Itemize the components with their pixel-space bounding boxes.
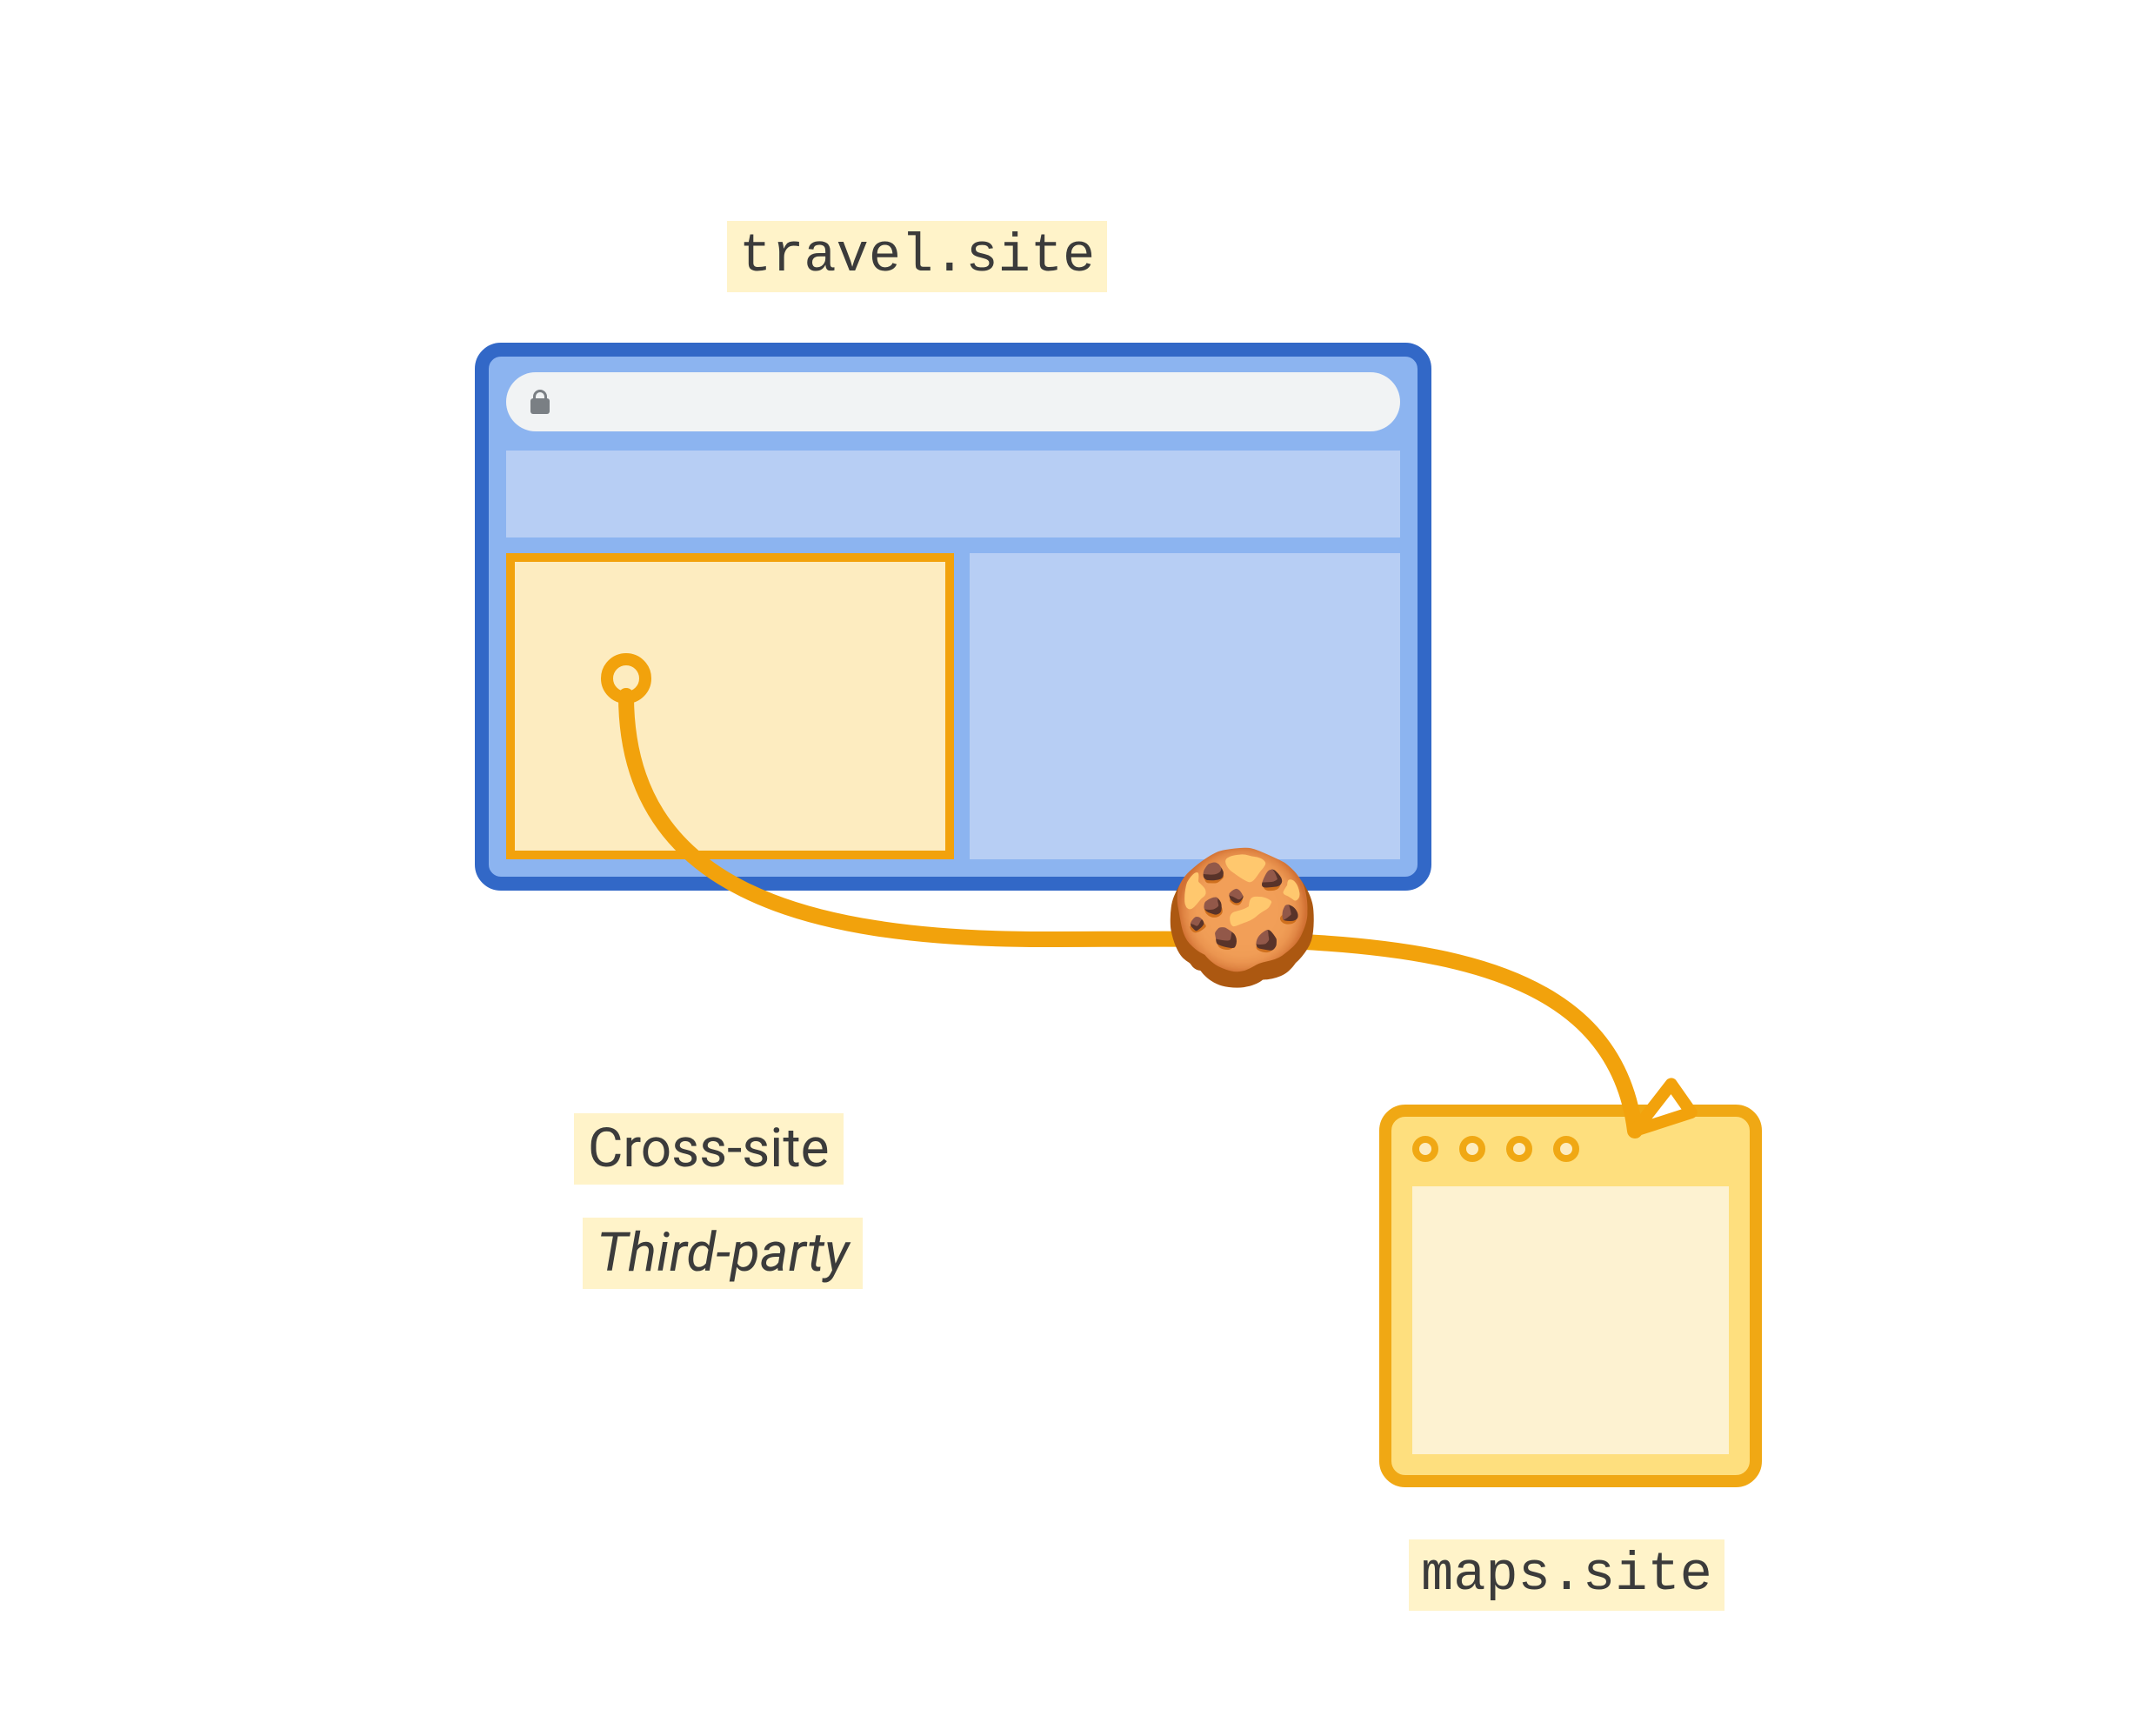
page-content-placeholder — [970, 553, 1400, 859]
thirdparty-content — [1412, 1186, 1729, 1454]
browser-window-primary — [475, 343, 1431, 891]
diagram-canvas: travel.site maps.site Cross-site Third-p… — [0, 0, 2148, 1736]
browser-window-thirdparty — [1379, 1105, 1762, 1487]
cookie-icon: 🍪 — [1161, 852, 1324, 983]
window-dot-icon — [1506, 1136, 1532, 1162]
window-controls — [1412, 1136, 1579, 1162]
label-site-primary: travel.site — [727, 221, 1107, 292]
embedded-thirdparty-frame — [506, 553, 954, 859]
label-site-thirdparty: maps.site — [1409, 1539, 1724, 1611]
window-dot-icon — [1459, 1136, 1485, 1162]
caption-cross-site: Cross-site — [574, 1113, 844, 1185]
browser-content-primary — [506, 451, 1400, 859]
caption-third-party: Third-party — [583, 1218, 863, 1289]
url-bar — [506, 372, 1400, 431]
page-header-placeholder — [506, 451, 1400, 537]
lock-icon — [530, 390, 550, 414]
window-dot-icon — [1553, 1136, 1579, 1162]
window-dot-icon — [1412, 1136, 1438, 1162]
